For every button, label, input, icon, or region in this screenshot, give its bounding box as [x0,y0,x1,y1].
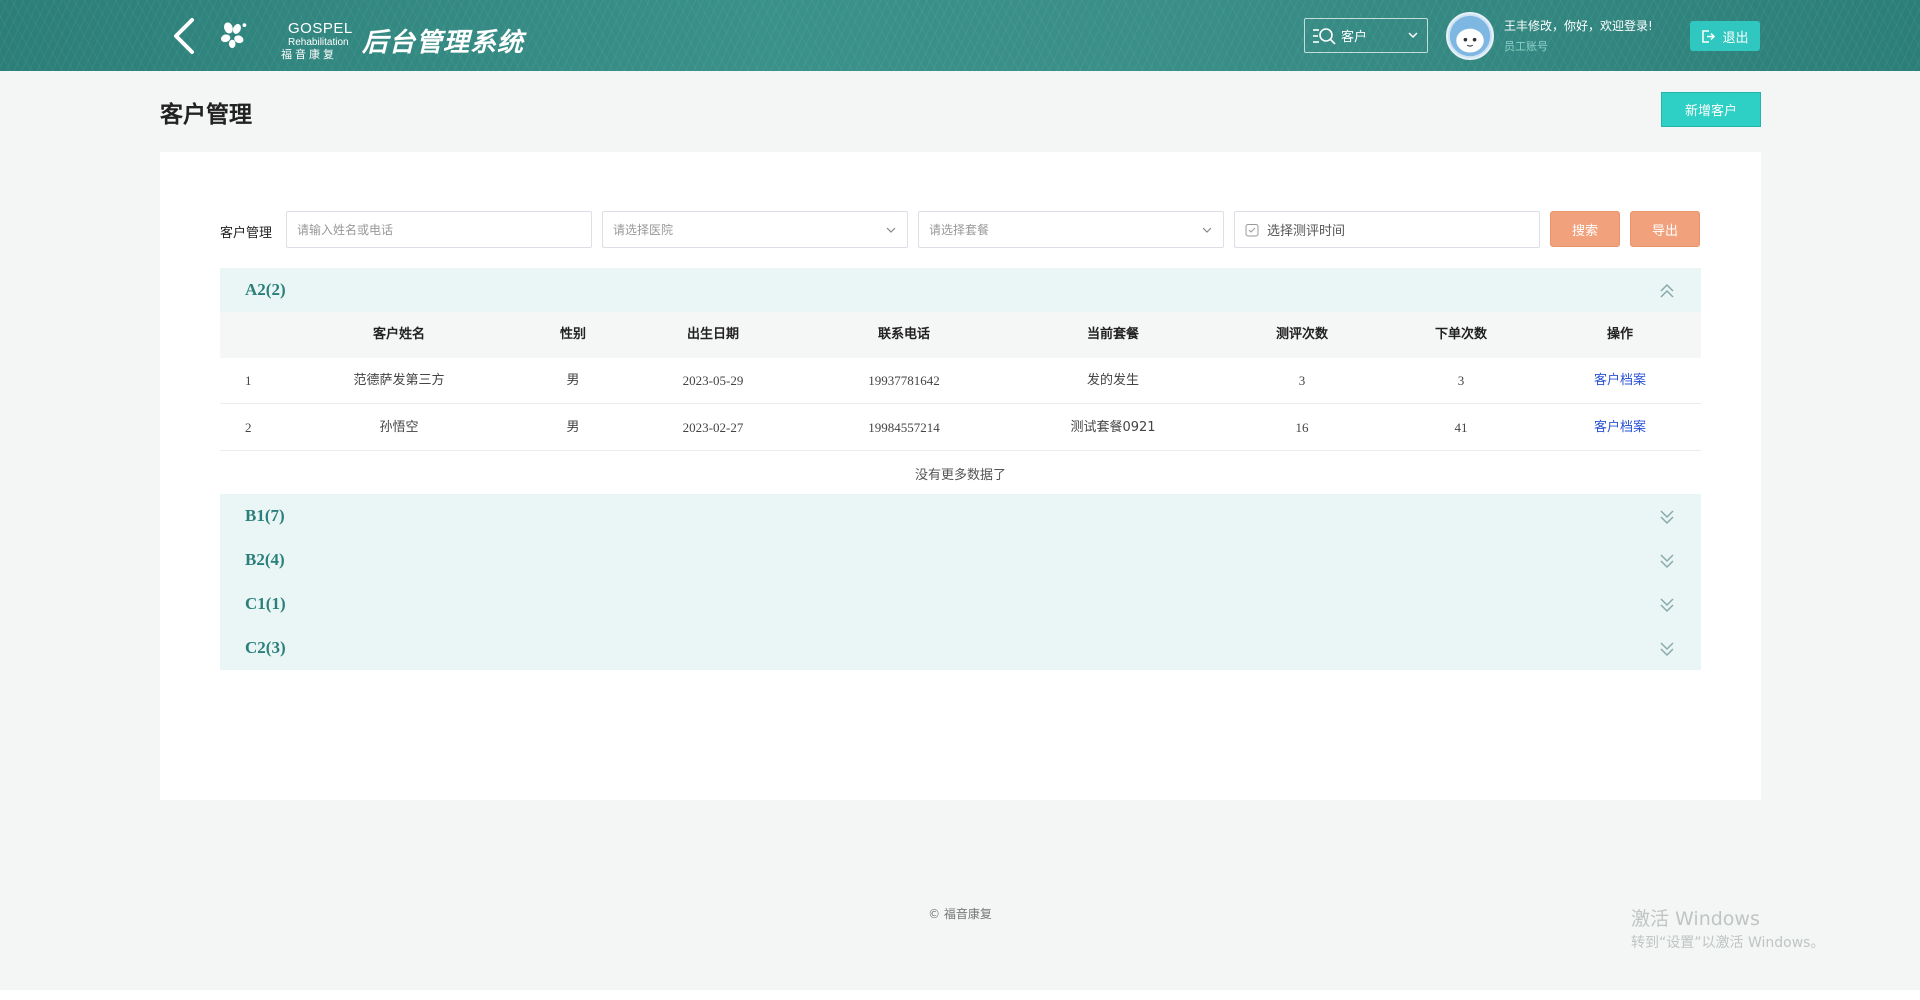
package-placeholder: 请选择套餐 [929,223,990,237]
system-title: 后台管理系统 [362,28,525,58]
add-customer-button[interactable]: 新增客户 [1661,92,1761,127]
search-list-icon [1313,27,1336,45]
evaluation-count: 16 [1295,420,1309,435]
customer-package: 发的发生 [1086,373,1140,388]
search-button[interactable]: 搜索 [1550,211,1620,247]
chevron-down-icon [886,227,896,233]
evaluation-count: 3 [1298,373,1306,388]
table-header: 客户姓名 性别 出生日期 联系电话 当前套餐 测评次数 下单次数 操作 [220,312,1701,358]
row-index: 1 [245,373,252,388]
double-chevron-down-icon [1660,510,1674,525]
customer-name: 孙悟空 [379,420,419,435]
evaluation-date-placeholder: 选择测评时间 [1267,224,1346,239]
customer-name: 范德萨发第三方 [353,373,445,388]
group-header-a2[interactable]: A2(2) [220,268,1701,312]
column-header: 操作 [1606,327,1634,342]
bottom-strip [0,990,1920,1000]
export-button[interactable]: 导出 [1630,211,1700,247]
page-title: 客户管理 [160,102,252,128]
evaluation-date-picker[interactable]: 选择测评时间 [1234,211,1540,248]
customer-package: 测试套餐0921 [1070,420,1156,435]
filter-label: 客户管理 [220,226,273,241]
group-header-c2[interactable]: C2(3) [220,626,1701,670]
customer-birth-date: 2023-02-27 [682,420,744,435]
logo-flower-icon [220,22,247,49]
chevron-down-icon [1202,227,1212,233]
customer-phone: 19937781642 [868,373,940,388]
column-header: 客户姓名 [372,327,426,342]
column-header: 出生日期 [686,327,740,342]
windows-activation-subtitle: 转到“设置”以激活 Windows。 [1631,935,1825,951]
group-header-c1[interactable]: C1(1) [220,582,1701,626]
column-header: 测评次数 [1275,327,1329,342]
logout-label: 退出 [1722,30,1749,46]
top-header: GOSPEL Rehabilitation 福音康复 后台管理系统 客户 王丰修… [0,0,1920,71]
group-header-b1[interactable]: B1(7) [220,494,1701,538]
customer-phone: 19984557214 [868,420,940,435]
name-phone-placeholder: 请输入姓名或电话 [297,223,394,237]
column-header: 性别 [559,327,587,342]
table-row: 1 范德萨发第三方 男 2023-05-29 19937781642 发的发生 … [220,358,1701,404]
double-chevron-down-icon [1660,554,1674,569]
double-chevron-down-icon [1660,642,1674,657]
hospital-select[interactable]: 请选择医院 [602,211,908,248]
no-more-data-text: 没有更多数据了 [914,468,1006,483]
chevron-down-icon [1408,32,1418,39]
group-name: C2(3) [245,638,286,657]
back-arrow-icon[interactable] [168,16,202,56]
group-name: B2(4) [245,550,285,569]
double-chevron-up-icon [1660,283,1674,298]
column-header: 联系电话 [877,327,931,342]
user-role: 员工账号 [1504,40,1548,53]
customer-birth-date: 2023-05-29 [682,373,744,388]
table-row: 2 孙悟空 男 2023-02-27 19984557214 测试套餐0921 … [220,405,1701,451]
column-header: 下单次数 [1434,327,1488,342]
logo-text-chinese: 福音康复 [281,48,337,61]
customer-file-link[interactable]: 客户档案 [1594,358,1646,404]
customer-gender: 男 [566,373,580,388]
logout-icon [1702,29,1716,43]
group-header-b2[interactable]: B2(4) [220,538,1701,582]
windows-activation-title: 激活 Windows [1631,908,1760,930]
column-header: 当前套餐 [1086,327,1140,342]
avatar-cartoon-icon [1449,15,1491,57]
group-name: C1(1) [245,594,286,613]
search-type-select[interactable]: 客户 [1304,18,1428,53]
row-index: 2 [245,420,252,435]
order-count: 3 [1457,373,1465,388]
group-name: B1(7) [245,506,285,525]
calendar-icon [1245,223,1259,236]
package-select[interactable]: 请选择套餐 [918,211,1224,248]
customer-file-link[interactable]: 客户档案 [1594,405,1646,451]
avatar[interactable] [1446,12,1494,60]
group-name: A2(2) [245,280,286,299]
name-phone-input[interactable]: 请输入姓名或电话 [286,211,592,248]
hospital-placeholder: 请选择医院 [613,223,674,237]
logout-button[interactable]: 退出 [1690,21,1760,51]
user-greeting: 王丰修改，你好，欢迎登录! [1504,19,1653,33]
customer-gender: 男 [566,420,580,435]
order-count: 41 [1454,420,1468,435]
double-chevron-down-icon [1660,598,1674,613]
search-type-value: 客户 [1341,30,1368,45]
